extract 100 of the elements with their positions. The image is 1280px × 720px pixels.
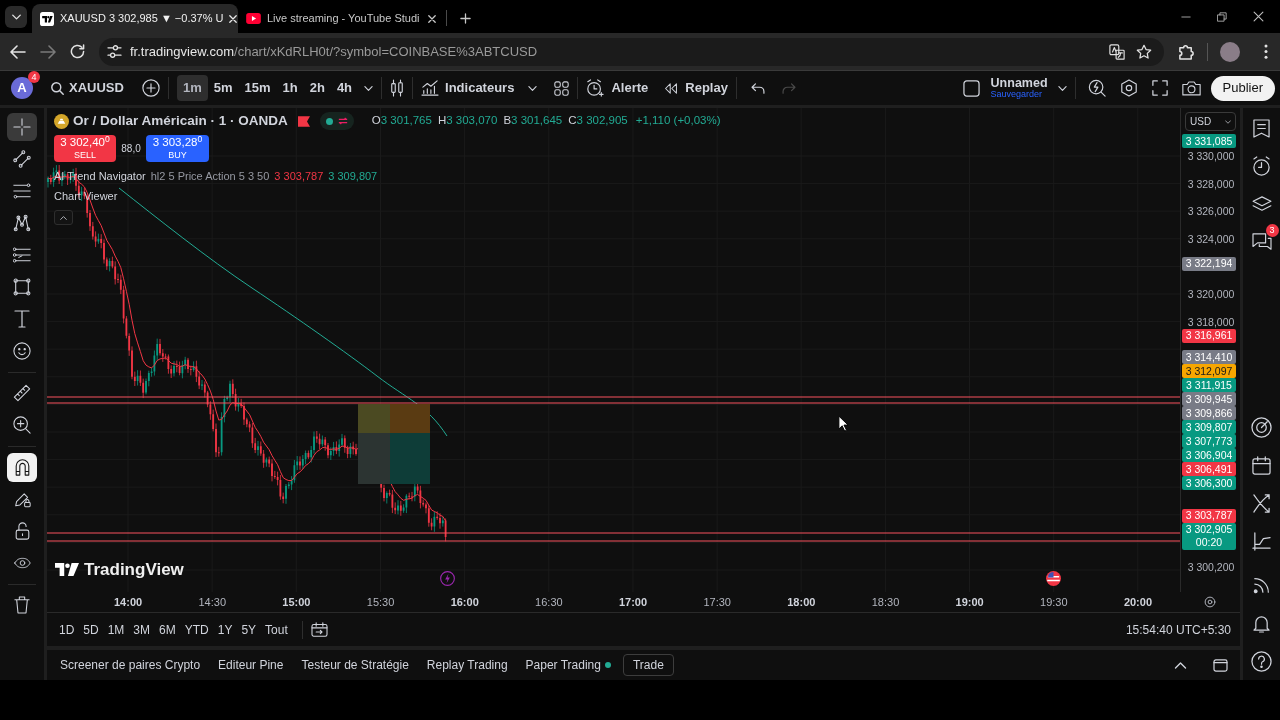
- fullscreen-icon[interactable]: [1151, 80, 1168, 96]
- chat-icon[interactable]: [1251, 233, 1272, 251]
- flag-badge-icon[interactable]: [1046, 571, 1061, 586]
- price-label: 3 311,915: [1182, 378, 1236, 393]
- range-button[interactable]: 1D: [56, 618, 78, 641]
- minimize-icon[interactable]: [1181, 15, 1191, 18]
- menu-icon[interactable]: [1264, 44, 1268, 59]
- panel-tab[interactable]: Editeur Pine: [212, 654, 290, 676]
- interval-button[interactable]: 4h: [330, 75, 359, 101]
- bell-icon[interactable]: [1253, 613, 1270, 633]
- layout-name[interactable]: Unnamed: [990, 76, 1048, 90]
- fib-lines-icon: [13, 182, 31, 200]
- interval-button[interactable]: 1h: [276, 75, 304, 101]
- range-button[interactable]: 1Y: [214, 618, 236, 641]
- alert-button[interactable]: Alerte: [586, 75, 649, 101]
- lightning-icon[interactable]: [440, 571, 455, 586]
- flag-icon[interactable]: [297, 115, 310, 127]
- price-label: 3 307,773: [1182, 434, 1236, 449]
- panel-tab[interactable]: Screener de paires Crypto: [54, 654, 207, 676]
- panel-tab[interactable]: Replay Trading: [420, 654, 514, 676]
- translate-icon[interactable]: [1109, 43, 1125, 60]
- indicator-params: hl2 5 Price Action 5 3 50: [150, 168, 270, 184]
- time-label: 17:30: [703, 594, 731, 610]
- collapse-button[interactable]: [54, 210, 73, 225]
- symbol-search-button[interactable]: XAUUSD: [51, 75, 124, 101]
- range-button[interactable]: 6M: [156, 618, 179, 641]
- currency-select[interactable]: USD: [1185, 112, 1236, 131]
- chart-tool-icon[interactable]: [1252, 531, 1271, 551]
- interval-button[interactable]: 1m: [176, 75, 208, 101]
- price-label: 3 312,097: [1182, 364, 1236, 379]
- price-label: 3 303,787: [1182, 508, 1236, 523]
- star-icon[interactable]: [1136, 43, 1152, 60]
- camera-icon[interactable]: [1181, 80, 1201, 96]
- tab-search-button[interactable]: [5, 5, 27, 28]
- publish-button[interactable]: Publier: [1210, 75, 1275, 101]
- caret-icon[interactable]: [1057, 85, 1067, 91]
- caret-icon[interactable]: [528, 85, 538, 91]
- target-icon[interactable]: [1251, 416, 1272, 438]
- crossing-lines-icon[interactable]: [1252, 493, 1271, 513]
- range-button[interactable]: YTD: [181, 618, 212, 641]
- help-icon[interactable]: [1251, 650, 1272, 672]
- maximize-panel-icon[interactable]: [1213, 658, 1228, 672]
- alarm-clock-icon[interactable]: [1252, 155, 1271, 177]
- rewind-icon: [664, 82, 679, 94]
- indicators-button[interactable]: Indicateurs: [421, 75, 515, 101]
- search-icon[interactable]: [51, 81, 64, 95]
- browser-tab[interactable]: XAUUSD 3 302,985 ▼ −0.37% U: [32, 4, 238, 33]
- buy-button[interactable]: 3 303,28$^{0}$ BUY: [146, 135, 209, 162]
- settings-icon[interactable]: [1119, 79, 1138, 97]
- layout-grid-icon[interactable]: [554, 80, 570, 96]
- price-tick: 3 330,000: [1186, 149, 1236, 163]
- range-button[interactable]: Tout: [262, 618, 291, 641]
- range-button[interactable]: 3M: [130, 618, 154, 641]
- price-label: 3 302,905 00:20: [1182, 522, 1236, 550]
- browser-tab[interactable]: Live streaming - YouTube Studi: [238, 4, 444, 33]
- save-status[interactable]: Sauvegarder: [990, 90, 1043, 100]
- trash-icon[interactable]: [14, 596, 30, 614]
- tool-button[interactable]: [7, 113, 37, 141]
- panel-tab[interactable]: Testeur de Stratégie: [295, 654, 415, 676]
- date-range-icon[interactable]: [310, 622, 328, 637]
- interval-button[interactable]: 2h: [303, 75, 331, 101]
- time-label: 19:00: [955, 594, 984, 610]
- calendar-icon[interactable]: [1252, 455, 1271, 475]
- sliders-icon[interactable]: [107, 45, 122, 58]
- panel-tab[interactable]: Trade: [622, 654, 674, 676]
- reload-icon[interactable]: [70, 44, 85, 59]
- forward-icon[interactable]: [40, 44, 56, 59]
- symbol-title[interactable]: Or / Dollar Américain · 1 · OANDA: [73, 110, 288, 132]
- restore-icon[interactable]: [1217, 11, 1227, 22]
- profile-avatar-icon[interactable]: [1220, 41, 1240, 62]
- sell-button[interactable]: 3 302,40$^{0}$ SELL: [54, 135, 116, 162]
- chevron-up-icon[interactable]: [1174, 661, 1187, 669]
- market-status-pill[interactable]: [319, 112, 354, 130]
- range-button[interactable]: 5D: [80, 618, 102, 641]
- clock-text: 15:54:40 UTC+5:30: [1125, 621, 1231, 639]
- puzzle-icon[interactable]: [1178, 43, 1195, 60]
- range-button[interactable]: 1M: [104, 618, 128, 641]
- settings-icon[interactable]: [1204, 596, 1216, 608]
- panel-tab[interactable]: Paper Trading: [519, 654, 617, 676]
- close-icon[interactable]: [428, 14, 436, 23]
- toggle-button[interactable]: [7, 452, 37, 482]
- broadcast-icon[interactable]: [1252, 576, 1271, 594]
- plus-icon[interactable]: [459, 13, 471, 24]
- interval-button[interactable]: 5m: [207, 75, 239, 101]
- plus-circle-icon[interactable]: [141, 79, 160, 97]
- watchlist-icon[interactable]: [1253, 118, 1270, 138]
- address-field[interactable]: fr.tradingview.com/chart/xKdRLH0t/?symbol=COINBASE%3ABTCUSD: [99, 37, 1164, 66]
- square-icon[interactable]: [962, 79, 980, 97]
- replay-button[interactable]: Replay: [664, 75, 728, 101]
- candlestick-icon[interactable]: [390, 79, 405, 97]
- interval-button[interactable]: 15m: [238, 75, 277, 101]
- caret-up-icon: [60, 215, 67, 220]
- quick-search-icon[interactable]: [1087, 79, 1106, 97]
- price-label: 3 309,866: [1182, 406, 1236, 421]
- layers-icon[interactable]: [1251, 196, 1272, 212]
- caret-icon[interactable]: [364, 85, 374, 91]
- range-button[interactable]: 5Y: [238, 618, 260, 641]
- back-icon[interactable]: [10, 44, 26, 59]
- close-icon[interactable]: [1253, 11, 1264, 22]
- undo-icon[interactable]: [750, 82, 765, 94]
